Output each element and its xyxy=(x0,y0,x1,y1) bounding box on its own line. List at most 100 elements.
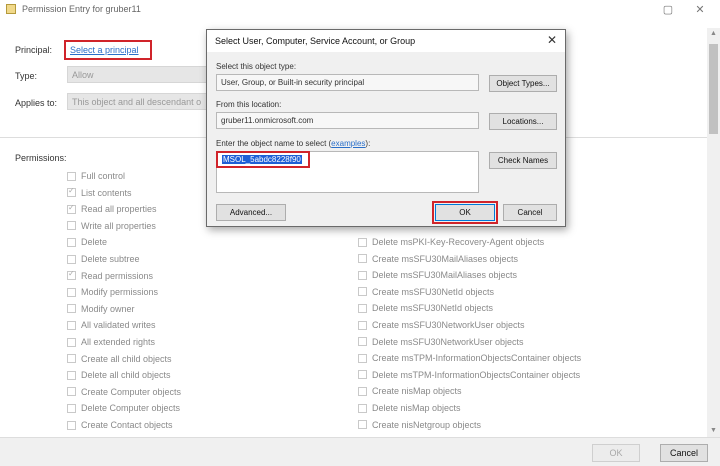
permission-checkbox[interactable] xyxy=(358,420,367,430)
dialog-close-icon[interactable]: ✕ xyxy=(547,33,557,47)
permission-label: All extended rights xyxy=(81,337,156,347)
permission-item[interactable]: Delete msSFU30NetworkUser objects xyxy=(358,335,524,349)
applies-to-select[interactable]: This object and all descendant o xyxy=(67,93,207,110)
permission-item[interactable]: Create Computer objects xyxy=(67,385,181,399)
highlight-box-principal xyxy=(64,40,152,60)
permission-checkbox[interactable] xyxy=(67,403,76,413)
scrollbar-thumb[interactable] xyxy=(709,44,718,134)
dialog-title: Select User, Computer, Service Account, … xyxy=(215,36,416,46)
permission-checkbox[interactable] xyxy=(358,287,367,297)
permission-checkbox[interactable] xyxy=(358,303,367,313)
permission-checkbox[interactable] xyxy=(67,203,76,214)
maximize-button[interactable]: ▢ xyxy=(658,2,678,18)
examples-link[interactable]: examples xyxy=(331,139,365,148)
permission-item[interactable]: Create Contact objects xyxy=(67,418,173,432)
permission-item[interactable]: Create nisNetgroup objects xyxy=(358,418,481,432)
permission-checkbox[interactable] xyxy=(67,287,76,297)
permission-item[interactable]: Read permissions xyxy=(67,269,153,283)
permission-item[interactable]: Create msSFU30NetworkUser objects xyxy=(358,318,525,332)
permission-checkbox[interactable] xyxy=(67,186,76,198)
window-titlebar: Permission Entry for gruber11 ▢ ✕ xyxy=(0,0,720,20)
permission-checkbox[interactable] xyxy=(358,386,367,396)
permissions-heading: Permissions: xyxy=(15,153,67,163)
type-select[interactable]: Allow xyxy=(67,66,207,83)
ok-button-disabled[interactable]: OK xyxy=(592,444,640,462)
permission-label: Modify owner xyxy=(81,303,135,314)
permission-checkbox[interactable] xyxy=(358,320,367,330)
permission-label: Modify permissions xyxy=(81,287,159,298)
permission-label: All validated writes xyxy=(81,320,156,331)
permission-checkbox[interactable] xyxy=(358,237,367,247)
permission-item[interactable]: Delete nisMap objects xyxy=(358,401,461,415)
permission-item[interactable]: Delete Computer objects xyxy=(67,401,180,415)
permission-label: Create msTPM-InformationObjectsContainer… xyxy=(372,353,582,364)
permission-item[interactable]: Read all properties xyxy=(67,202,157,216)
permission-label: Create Computer objects xyxy=(81,386,182,397)
permission-checkbox[interactable] xyxy=(67,221,76,231)
permission-item[interactable]: Create all child objects xyxy=(67,352,172,366)
permission-item[interactable]: Create msSFU30NetId objects xyxy=(358,285,494,299)
vertical-scrollbar[interactable]: ▲ ▼ xyxy=(707,28,720,437)
permission-label: Full control xyxy=(81,171,126,181)
scroll-up-icon[interactable]: ▲ xyxy=(707,28,720,40)
permission-checkbox[interactable] xyxy=(67,320,76,330)
folder-icon xyxy=(6,4,16,14)
advanced-button[interactable]: Advanced... xyxy=(216,204,286,221)
permission-item[interactable]: All extended rights xyxy=(67,335,155,349)
permission-item[interactable]: Delete msTPM-InformationObjectsContainer… xyxy=(358,368,580,382)
scroll-down-icon[interactable]: ▼ xyxy=(707,425,720,437)
permission-checkbox[interactable] xyxy=(67,254,76,264)
permission-item[interactable]: Delete all child objects xyxy=(67,368,171,382)
permission-checkbox[interactable] xyxy=(67,269,76,281)
permission-label: Read permissions xyxy=(81,270,154,281)
permission-checkbox[interactable] xyxy=(67,237,76,247)
permission-item[interactable]: Delete msSFU30MailAliases objects xyxy=(358,268,517,282)
check-names-button[interactable]: Check Names xyxy=(489,152,557,169)
permission-checkbox[interactable] xyxy=(358,270,367,280)
permission-checkbox[interactable] xyxy=(67,387,76,397)
permission-item[interactable]: Create msTPM-InformationObjectsContainer… xyxy=(358,351,581,365)
permission-checkbox[interactable] xyxy=(358,370,367,380)
object-type-label: Select this object type: xyxy=(216,62,297,71)
permission-item[interactable]: Create msSFU30MailAliases objects xyxy=(358,252,518,266)
permission-checkbox[interactable] xyxy=(358,403,367,413)
permission-item[interactable]: Modify permissions xyxy=(67,285,158,299)
object-types-button[interactable]: Object Types... xyxy=(489,75,557,92)
permission-item[interactable]: Delete msPKI-Key-Recovery-Agent objects xyxy=(358,235,544,249)
permission-label: Create all child objects xyxy=(81,353,172,364)
permission-label: List contents xyxy=(81,187,132,198)
permission-item[interactable]: Delete subtree xyxy=(67,252,140,266)
permission-item[interactable]: Write all properties xyxy=(67,219,156,233)
permission-item[interactable]: All validated writes xyxy=(67,318,156,332)
permission-checkbox[interactable] xyxy=(67,370,76,380)
permission-item[interactable]: Full control xyxy=(67,169,125,183)
locations-button[interactable]: Locations... xyxy=(489,113,557,130)
permission-item[interactable]: List contents xyxy=(67,186,132,200)
object-name-label: Enter the object name to select (example… xyxy=(216,139,371,148)
permission-checkbox[interactable] xyxy=(358,337,367,347)
permission-checkbox[interactable] xyxy=(67,354,76,364)
permission-label: Create msSFU30MailAliases objects xyxy=(372,253,519,264)
object-type-field: User, Group, or Built-in security princi… xyxy=(216,74,479,91)
permission-item[interactable]: Delete msSFU30NetId objects xyxy=(358,301,493,315)
permission-label: Delete subtree xyxy=(81,254,140,264)
location-field: gruber11.onmicrosoft.com xyxy=(216,112,479,129)
permission-label: Create nisNetgroup objects xyxy=(372,419,482,430)
permission-checkbox[interactable] xyxy=(67,420,76,430)
permission-item[interactable]: Create nisMap objects xyxy=(358,384,462,398)
permission-checkbox[interactable] xyxy=(67,337,76,347)
permission-label: Delete msPKI-Key-Recovery-Agent objects xyxy=(372,237,545,247)
cancel-button[interactable]: Cancel xyxy=(660,444,708,462)
permission-label: Delete all child objects xyxy=(81,370,171,381)
permission-checkbox[interactable] xyxy=(67,171,76,181)
permission-item[interactable]: Delete xyxy=(67,235,107,249)
permission-item[interactable]: Modify owner xyxy=(67,302,135,316)
permission-label: Create nisMap objects xyxy=(372,386,462,397)
permission-checkbox[interactable] xyxy=(67,304,76,314)
permission-checkbox[interactable] xyxy=(358,353,367,363)
dialog-cancel-button[interactable]: Cancel xyxy=(503,204,557,221)
window-close-button[interactable]: ✕ xyxy=(690,2,710,18)
permission-label: Delete msTPM-InformationObjectsContainer… xyxy=(372,369,581,380)
permission-checkbox[interactable] xyxy=(358,254,367,264)
permission-label: Create msSFU30NetworkUser objects xyxy=(372,320,525,330)
